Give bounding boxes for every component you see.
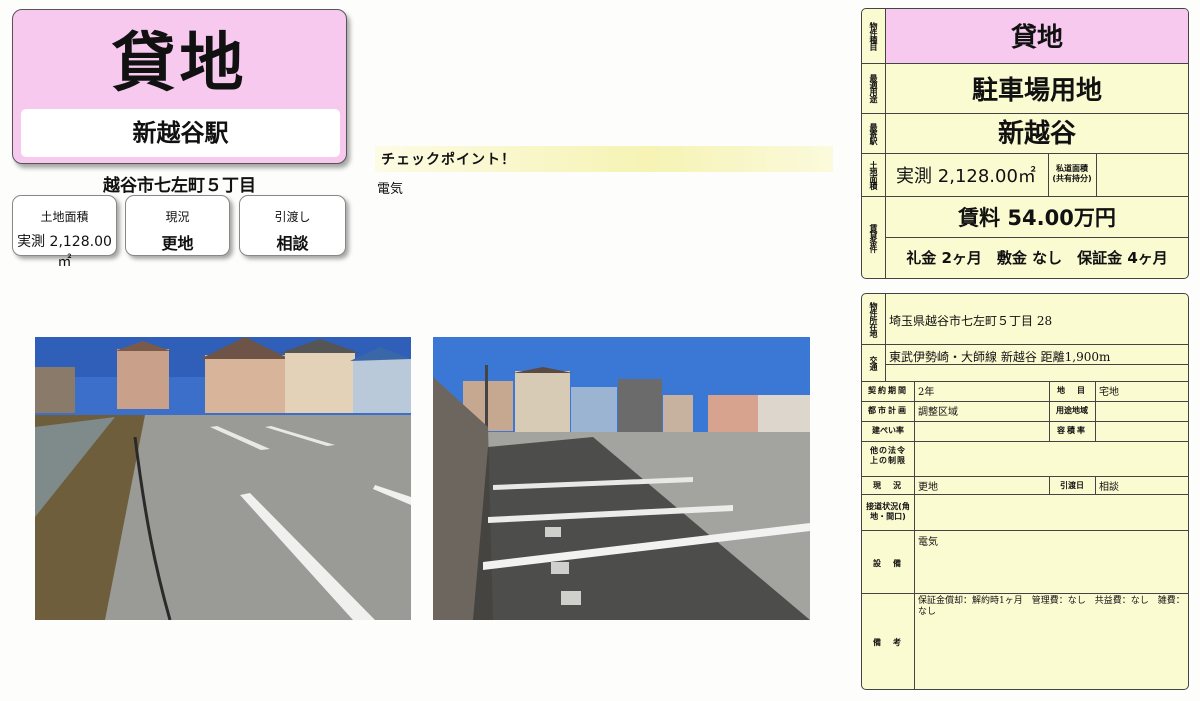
fees-value: 礼金 2ヶ月 敷金 なし 保証金 4ヶ月	[906, 249, 1168, 267]
status-card-label: 現況	[165, 210, 190, 224]
area-label: 土地面積	[862, 153, 886, 196]
use-value: 駐車場用地	[971, 76, 1102, 106]
station-label: 最寄駅	[862, 113, 886, 153]
title-card: 貸地 新越谷駅	[12, 9, 347, 164]
status-card-value: 更地	[161, 234, 194, 253]
rent-value: 賃料 54.00万円	[958, 206, 1116, 230]
details-panel: 物件所在地 埼玉県越谷市七左町５丁目 28 交通 東武伊勢崎・大師線 新越谷 距…	[861, 293, 1189, 690]
far-label: 容積率	[1057, 426, 1087, 435]
zone-label: 用途地域	[1056, 406, 1088, 415]
other-law-label: 他の法令上の制限	[870, 446, 906, 465]
transport-value: 東武伊勢崎・大師線 新越谷 距離1,900m	[889, 350, 1111, 364]
divider	[862, 344, 1188, 345]
divider	[1095, 476, 1096, 494]
handover-card-value: 相談	[276, 234, 309, 253]
city-plan-value: 調整区域	[918, 407, 958, 418]
checkpoint-text: 電気	[377, 182, 404, 197]
land-type-value: 宅地	[1099, 387, 1119, 398]
divider	[862, 593, 1188, 594]
divider	[862, 441, 1188, 442]
land-area-card-label: 土地面積	[40, 210, 89, 224]
status-card: 現況 更地	[125, 195, 230, 256]
handover-value: 相談	[1099, 482, 1119, 493]
divider	[862, 153, 1188, 154]
divider	[862, 63, 1188, 64]
parking-photo-2	[433, 337, 810, 620]
contract-label: 契約期間	[868, 386, 908, 395]
divider	[862, 476, 1188, 477]
divider	[1096, 153, 1097, 196]
parking-photo-1	[35, 337, 411, 620]
divider	[1095, 381, 1096, 441]
location-value: 埼玉県越谷市七左町５丁目 28	[889, 314, 1053, 328]
divider	[862, 381, 1188, 382]
divider	[862, 494, 1188, 495]
status-value: 更地	[918, 482, 938, 493]
divider	[862, 530, 1188, 531]
transport-label: 交通	[862, 344, 886, 381]
use-label: 最適用途	[862, 63, 886, 113]
summary-panel: 物件種目 貸地 最適用途 駐車場用地 最寄駅 新越谷 土地面積 実測 2,128…	[861, 8, 1189, 279]
area-value: 実測 2,128.00㎡	[896, 166, 1036, 187]
remarks-label: 備 考	[873, 638, 903, 647]
conditions-label: 賃貸条件	[862, 196, 886, 278]
location-label: 物件所在地	[862, 294, 886, 344]
remarks-value: 保証金償却：解約時1ヶ月 管理費：なし 共益費：なし 雑費：なし	[918, 596, 1185, 617]
station-name: 新越谷駅	[21, 109, 340, 157]
type-value: 貸地	[1010, 23, 1063, 53]
coverage-label: 建ぺい率	[872, 426, 904, 435]
divider	[886, 237, 1188, 238]
facilities-value: 電気	[918, 537, 938, 548]
checkpoint-heading: チェックポイント！	[375, 146, 833, 172]
road-access-label: 接道状況(角地・間口)	[866, 502, 910, 521]
land-type-label: 地 目	[1057, 386, 1087, 395]
address-line: 越谷市七左町５丁目	[103, 176, 256, 196]
private-road-label: 私道面積 (共有持分)	[1052, 164, 1092, 183]
handover-label: 引渡日	[1060, 481, 1084, 490]
status-label: 現 況	[873, 481, 903, 490]
handover-card: 引渡し 相談	[239, 195, 346, 256]
contract-value: 2年	[918, 387, 935, 398]
divider	[862, 421, 1188, 422]
type-label: 物件種目	[862, 9, 886, 63]
land-area-card: 土地面積 実測 2,128.00㎡	[12, 195, 117, 270]
handover-card-label: 引渡し	[274, 210, 311, 224]
property-type-title: 貸地	[111, 27, 248, 101]
divider	[886, 364, 1188, 365]
facilities-label: 設 備	[873, 559, 903, 568]
divider	[862, 401, 1188, 402]
city-plan-label: 都市計画	[868, 406, 908, 415]
divider	[914, 381, 915, 689]
station-value: 新越谷	[997, 119, 1076, 149]
divider	[862, 196, 1188, 197]
land-area-card-value: 実測 2,128.00㎡	[17, 234, 112, 270]
